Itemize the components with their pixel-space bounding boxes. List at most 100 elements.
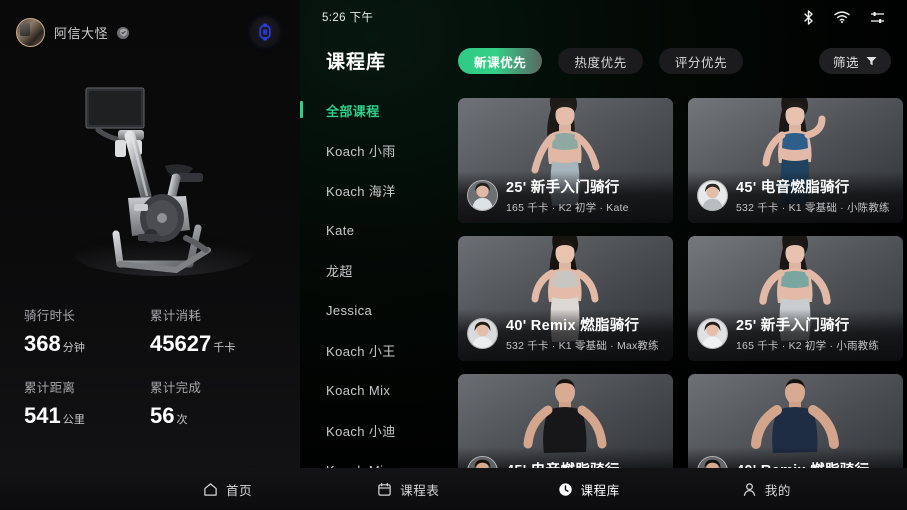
nav-label: 课程表	[400, 483, 440, 498]
course-meta: 532 千卡 · K1 零基础 · Max教练	[506, 339, 659, 352]
course-card-text: 45' 电音燃脂骑行 532 千卡 · K1 零基础 · 小陈教练	[736, 176, 890, 215]
user-name: 阿信大怪	[54, 26, 109, 41]
stat-number: 368	[24, 331, 61, 356]
stat-label: 骑行时长	[24, 309, 76, 323]
stat-cell: 累计距离 541 公里	[24, 377, 150, 427]
course-card-overlay: 25' 新手入门骑行 165 千卡 · K2 初学 · Kate	[458, 171, 673, 223]
wifi-icon	[834, 11, 850, 23]
funnel-icon	[866, 56, 877, 66]
stat-cell: 累计完成 56 次	[150, 377, 276, 427]
tab-rating[interactable]: 评分优先	[658, 48, 744, 74]
course-grid: 25' 新手入门骑行 165 千卡 · K2 初学 · Kate 45' 电音燃…	[458, 98, 907, 468]
coach-avatar	[697, 179, 728, 211]
avatar[interactable]	[16, 18, 45, 47]
course-title: 25' 新手入门骑行	[736, 317, 850, 334]
calendar-icon	[377, 482, 392, 497]
coach-item[interactable]: Koach 小雨	[300, 130, 460, 170]
nav-item-home[interactable]: 首页	[203, 480, 252, 499]
stat-label: 累计完成	[150, 381, 202, 395]
sort-tabs: 新课优先 热度优先 评分优先	[458, 48, 744, 74]
stat-unit: 千卡	[213, 342, 236, 354]
course-title: 45' 电音燃脂骑行	[506, 459, 620, 468]
stat-unit: 次	[176, 414, 188, 426]
filter-button[interactable]: 筛选	[818, 48, 891, 74]
stat-value: 368 分钟	[24, 333, 150, 355]
exercise-bike-image	[58, 78, 263, 278]
course-card[interactable]: 45' 电音燃脂骑行	[458, 374, 673, 468]
course-card-text: 40' Remix 燃脂骑行	[736, 459, 869, 468]
course-card-overlay: 40' Remix 燃脂骑行	[688, 447, 903, 468]
bluetooth-icon	[803, 9, 814, 25]
course-card[interactable]: 25' 新手入门骑行 165 千卡 · K2 初学 · 小雨教练	[688, 236, 903, 361]
coach-item[interactable]: Koach 海洋	[300, 170, 460, 210]
course-title: 25' 新手入门骑行	[506, 179, 620, 196]
coach-item[interactable]: Kate	[300, 210, 460, 250]
stat-value: 45627 千卡	[150, 333, 276, 355]
page-title: 课程库	[326, 52, 387, 73]
coach-avatar	[697, 317, 728, 349]
filter-label: 筛选	[832, 55, 859, 70]
coach-avatar	[697, 455, 728, 468]
nav-label: 我的	[764, 483, 792, 498]
person-icon	[742, 482, 757, 497]
status-time: 5:26 下午	[322, 12, 374, 24]
course-title: 40' Remix 燃脂骑行	[736, 459, 869, 468]
smartwatch-icon[interactable]	[250, 17, 280, 47]
course-card-text: 25' 新手入门骑行 165 千卡 · K2 初学 · Kate	[506, 176, 629, 215]
course-card-text: 40' Remix 燃脂骑行 532 千卡 · K1 零基础 · Max教练	[506, 314, 659, 353]
course-title: 45' 电音燃脂骑行	[736, 179, 850, 196]
coach-item[interactable]: 龙超	[300, 250, 460, 290]
stat-cell: 累计消耗 45627 千卡	[150, 305, 276, 355]
nav-item-schedule[interactable]: 课程表	[377, 480, 439, 499]
nav-item-library[interactable]: 课程库	[558, 480, 620, 499]
coach-item[interactable]: Koach 小迪	[300, 410, 460, 450]
course-card[interactable]: 40' Remix 燃脂骑行	[688, 374, 903, 468]
app-root: 阿信大怪 骑行时长 368 分钟 累计消耗 45627 千卡 累计距离 541 …	[0, 0, 907, 510]
course-meta: 532 千卡 · K1 零基础 · 小陈教练	[736, 201, 890, 214]
course-card-overlay: 45' 电音燃脂骑行 532 千卡 · K1 零基础 · 小陈教练	[688, 171, 903, 223]
coach-item[interactable]: Koach 小王	[300, 330, 460, 370]
nav-label: 首页	[226, 483, 253, 498]
coach-avatar	[467, 179, 498, 211]
tab-newest[interactable]: 新课优先	[458, 48, 543, 74]
coach-filter-list[interactable]: 全部课程 Koach 小雨 Koach 海洋 Kate 龙超 Jessica K…	[300, 90, 460, 468]
coach-item[interactable]: Koach Mix	[300, 450, 460, 469]
coach-avatar	[467, 455, 498, 468]
nav-item-mine[interactable]: 我的	[742, 480, 791, 499]
status-icons	[803, 9, 885, 25]
settings-sliders-icon[interactable]	[870, 11, 885, 24]
status-bar: 5:26 下午	[300, 0, 907, 34]
course-meta: 165 千卡 · K2 初学 · Kate	[506, 201, 629, 214]
course-meta: 165 千卡 · K2 初学 · 小雨教练	[736, 339, 880, 352]
course-card-text: 25' 新手入门骑行 165 千卡 · K2 初学 · 小雨教练	[736, 314, 879, 353]
course-card[interactable]: 40' Remix 燃脂骑行 532 千卡 · K1 零基础 · Max教练	[458, 236, 673, 361]
stat-cell: 骑行时长 368 分钟	[24, 305, 150, 355]
stat-number: 541	[24, 403, 61, 428]
course-card[interactable]: 45' 电音燃脂骑行 532 千卡 · K1 零基础 · 小陈教练	[688, 98, 903, 223]
course-card-overlay: 25' 新手入门骑行 165 千卡 · K2 初学 · 小雨教练	[688, 309, 903, 361]
stat-value: 56 次	[150, 405, 276, 427]
stat-number: 45627	[150, 331, 212, 356]
profile-panel: 阿信大怪 骑行时长 368 分钟 累计消耗 45627 千卡 累计距离 541 …	[0, 0, 300, 468]
course-card[interactable]: 25' 新手入门骑行 165 千卡 · K2 初学 · Kate	[458, 98, 673, 223]
coach-item[interactable]: Koach Mix	[300, 370, 460, 410]
home-icon	[203, 482, 218, 497]
course-library-panel: 5:26 下午 课程库 新课优先 热度优先 评分优先 筛选 全部课程 Koach…	[300, 0, 907, 468]
clock-icon	[558, 482, 573, 497]
stats-grid: 骑行时长 368 分钟 累计消耗 45627 千卡 累计距离 541 公里 累计完成 …	[0, 305, 300, 427]
course-card-text: 45' 电音燃脂骑行	[506, 459, 620, 468]
stat-label: 累计消耗	[150, 309, 202, 323]
coach-avatar	[467, 317, 498, 349]
tab-popularity[interactable]: 热度优先	[558, 48, 643, 74]
user-profile-row[interactable]: 阿信大怪	[16, 18, 130, 47]
stat-unit: 分钟	[62, 342, 86, 354]
stat-value: 541 公里	[24, 405, 150, 427]
coach-item-all[interactable]: 全部课程	[300, 90, 460, 130]
shield-check-icon	[117, 26, 130, 39]
bottom-navigation: 首页 课程表 课程库 我的	[0, 468, 907, 510]
course-card-overlay: 45' 电音燃脂骑行	[458, 447, 673, 468]
course-title: 40' Remix 燃脂骑行	[506, 317, 640, 334]
coach-item[interactable]: Jessica	[300, 290, 460, 330]
stat-number: 56	[150, 403, 175, 428]
stat-label: 累计距离	[24, 381, 76, 395]
